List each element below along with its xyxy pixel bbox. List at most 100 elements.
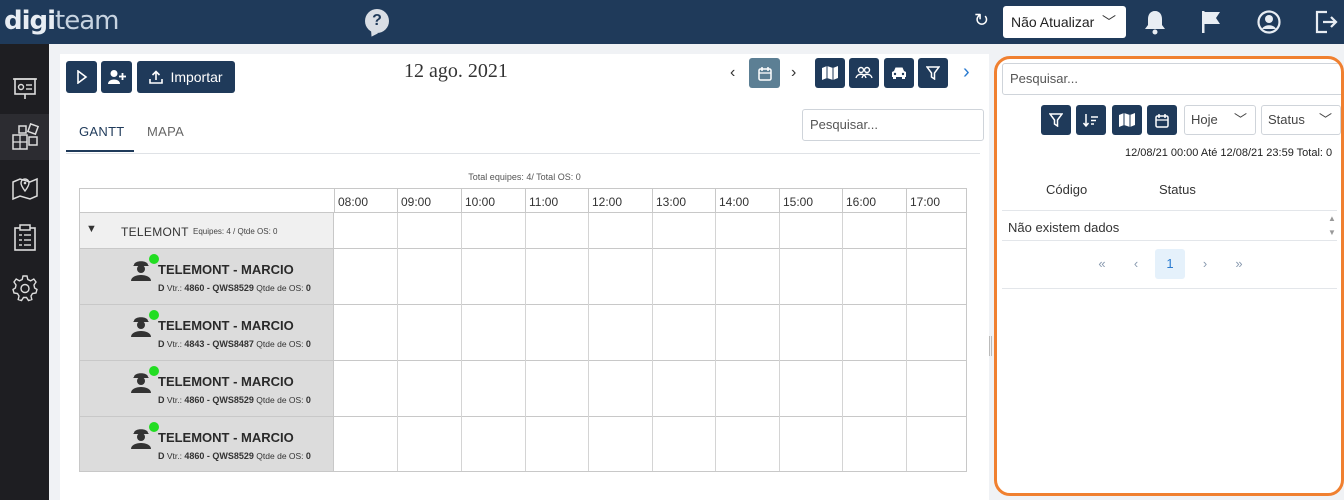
filter-icon xyxy=(1049,113,1063,127)
tech-row[interactable]: TELEMONT - MARCIO D Vtr.: 4860 - QWS8529… xyxy=(80,361,966,417)
page-1-button[interactable]: 1 xyxy=(1155,249,1185,279)
user-circle-icon[interactable] xyxy=(1256,8,1282,36)
grid-line xyxy=(842,213,843,471)
hour-label: 08:00 xyxy=(334,189,398,213)
filter-button[interactable] xyxy=(918,58,948,88)
tech-name: TELEMONT - MARCIO xyxy=(158,262,294,277)
tech-info: D Vtr.: 4860 - QWS8529 Qtde de OS: 0 xyxy=(158,451,311,461)
auto-update-select[interactable]: Não Atualizar ﹀ xyxy=(1003,6,1126,38)
sidebar-item-modules[interactable] xyxy=(0,114,49,160)
tech-cell: TELEMONT - MARCIO D Vtr.: 4843 - QWS8487… xyxy=(80,305,334,360)
empty-message: Não existem dados xyxy=(1008,220,1120,235)
tech-cell: TELEMONT - MARCIO D Vtr.: 4860 - QWS8529… xyxy=(80,417,334,471)
prev-day-icon[interactable]: ‹ xyxy=(730,64,735,82)
current-date: 12 ago. 2021 xyxy=(404,60,508,82)
sort-icon xyxy=(1083,114,1098,127)
sidebar-item-dashboard[interactable] xyxy=(0,65,49,111)
add-user-icon xyxy=(107,70,126,84)
play-icon xyxy=(76,70,87,84)
teams-button[interactable] xyxy=(849,58,879,88)
grid-line xyxy=(906,213,907,471)
filter-icon xyxy=(926,66,940,80)
grid-line xyxy=(461,213,462,471)
caret-down-icon[interactable]: ▼ xyxy=(86,223,97,235)
car-icon xyxy=(892,67,906,79)
calendar-icon xyxy=(757,66,772,81)
tab-gantt[interactable]: GANTT xyxy=(79,124,125,139)
orders-search-input[interactable]: Pesquisar... xyxy=(1002,63,1341,95)
logo-text-light: team xyxy=(55,6,119,36)
expand-panel-icon[interactable]: › xyxy=(963,61,970,84)
panel-splitter[interactable] xyxy=(989,336,992,356)
sidebar-item-settings[interactable] xyxy=(0,265,49,311)
tab-mapa[interactable]: MAPA xyxy=(147,124,184,139)
active-tab-indicator xyxy=(66,150,134,152)
sidebar-item-orders[interactable] xyxy=(0,215,49,261)
group-cell: ▼ TELEMONT Equipes: 4 / Qtde OS: 0 xyxy=(80,213,334,248)
add-user-button[interactable] xyxy=(101,61,132,93)
map-pin-icon xyxy=(11,177,38,201)
status-select[interactable]: Status ﹀ xyxy=(1261,105,1341,135)
chevron-down-icon: ﹀ xyxy=(1102,14,1116,30)
column-header-code[interactable]: Código xyxy=(1046,182,1087,197)
table-scrollbar[interactable]: ▲ ▼ xyxy=(1328,212,1336,240)
prev-page-button[interactable]: ‹ xyxy=(1121,249,1151,279)
tech-row[interactable]: TELEMONT - MARCIO D Vtr.: 4860 - QWS8529… xyxy=(80,249,966,305)
bell-icon[interactable] xyxy=(1142,8,1168,36)
grid-line xyxy=(779,213,780,471)
gantt-totals: Total equipes: 4/ Total OS: 0 xyxy=(468,172,581,182)
orders-panel: Pesquisar... Hoje ﹀ Status ﹀ 12/08/21 00… xyxy=(994,56,1344,496)
flag-icon[interactable] xyxy=(1198,8,1224,36)
hour-label: 10:00 xyxy=(461,189,525,213)
next-day-icon[interactable]: › xyxy=(791,64,796,82)
last-page-button[interactable]: » xyxy=(1224,249,1254,279)
dashboard-icon xyxy=(12,78,37,99)
sidebar-item-map[interactable] xyxy=(0,165,49,211)
hour-label: 17:00 xyxy=(906,189,966,213)
gantt-search-input[interactable]: Pesquisar... xyxy=(802,109,984,141)
orders-calendar-button[interactable] xyxy=(1147,105,1177,135)
play-button[interactable] xyxy=(66,61,97,93)
map-view-button[interactable] xyxy=(815,58,845,88)
first-page-button[interactable]: « xyxy=(1087,249,1117,279)
orders-filter-button[interactable] xyxy=(1041,105,1071,135)
column-header-status[interactable]: Status xyxy=(1159,182,1196,197)
orders-map-button[interactable] xyxy=(1112,105,1142,135)
orders-table-header: Código Status xyxy=(1002,167,1337,211)
vehicles-button[interactable] xyxy=(884,58,914,88)
tech-row[interactable]: TELEMONT - MARCIO D Vtr.: 4860 - QWS8529… xyxy=(80,417,966,471)
sort-button[interactable] xyxy=(1076,105,1106,135)
group-row[interactable]: ▼ TELEMONT Equipes: 4 / Qtde OS: 0 xyxy=(80,213,966,249)
calendar-button[interactable] xyxy=(749,58,780,88)
hour-label: 11:00 xyxy=(525,189,589,213)
app-logo[interactable]: digiteam xyxy=(4,6,120,36)
status-select-value: Status xyxy=(1268,112,1305,127)
group-name: TELEMONT xyxy=(121,225,189,239)
team-icon xyxy=(855,66,873,79)
tech-cell: TELEMONT - MARCIO D Vtr.: 4860 - QWS8529… xyxy=(80,249,334,304)
hour-label: 13:00 xyxy=(652,189,716,213)
grid-line xyxy=(397,213,398,471)
refresh-icon[interactable]: ↻ xyxy=(974,10,989,31)
tech-row[interactable]: TELEMONT - MARCIO D Vtr.: 4843 - QWS8487… xyxy=(80,305,966,361)
hour-label: 09:00 xyxy=(397,189,461,213)
group-meta: Equipes: 4 / Qtde OS: 0 xyxy=(193,227,278,236)
logo-text-bold: digi xyxy=(4,6,56,36)
modules-icon xyxy=(11,123,39,150)
divider xyxy=(1002,240,1337,241)
tech-info: D Vtr.: 4860 - QWS8529 Qtde de OS: 0 xyxy=(158,283,311,293)
next-page-button[interactable]: › xyxy=(1190,249,1220,279)
import-button[interactable]: Importar xyxy=(137,61,235,93)
hour-label: 15:00 xyxy=(779,189,843,213)
period-select[interactable]: Hoje ﹀ xyxy=(1184,105,1256,135)
chevron-down-icon: ﹀ xyxy=(1233,112,1247,127)
logout-icon[interactable] xyxy=(1313,8,1339,36)
grid-line xyxy=(652,213,653,471)
hours-header: 08:00 09:00 10:00 11:00 12:00 13:00 14:0… xyxy=(334,189,966,213)
grid-line xyxy=(525,213,526,471)
period-select-value: Hoje xyxy=(1191,112,1218,127)
tech-info: D Vtr.: 4860 - QWS8529 Qtde de OS: 0 xyxy=(158,395,311,405)
tech-name: TELEMONT - MARCIO xyxy=(158,430,294,445)
help-icon[interactable]: ? xyxy=(365,9,389,33)
tech-name: TELEMONT - MARCIO xyxy=(158,318,294,333)
